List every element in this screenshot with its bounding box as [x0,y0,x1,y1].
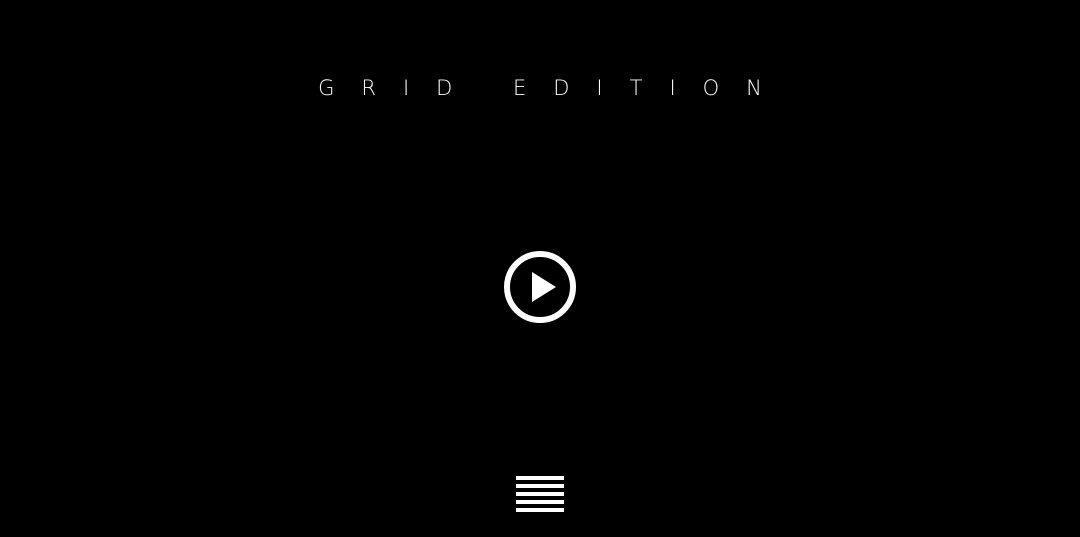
menu-lines-icon [516,476,564,512]
play-circle-icon [504,251,576,323]
splash-screen: GRID EDITION [0,0,1080,537]
page-title: GRID EDITION [318,76,789,100]
play-button[interactable] [503,250,577,324]
menu-button[interactable] [516,475,564,513]
